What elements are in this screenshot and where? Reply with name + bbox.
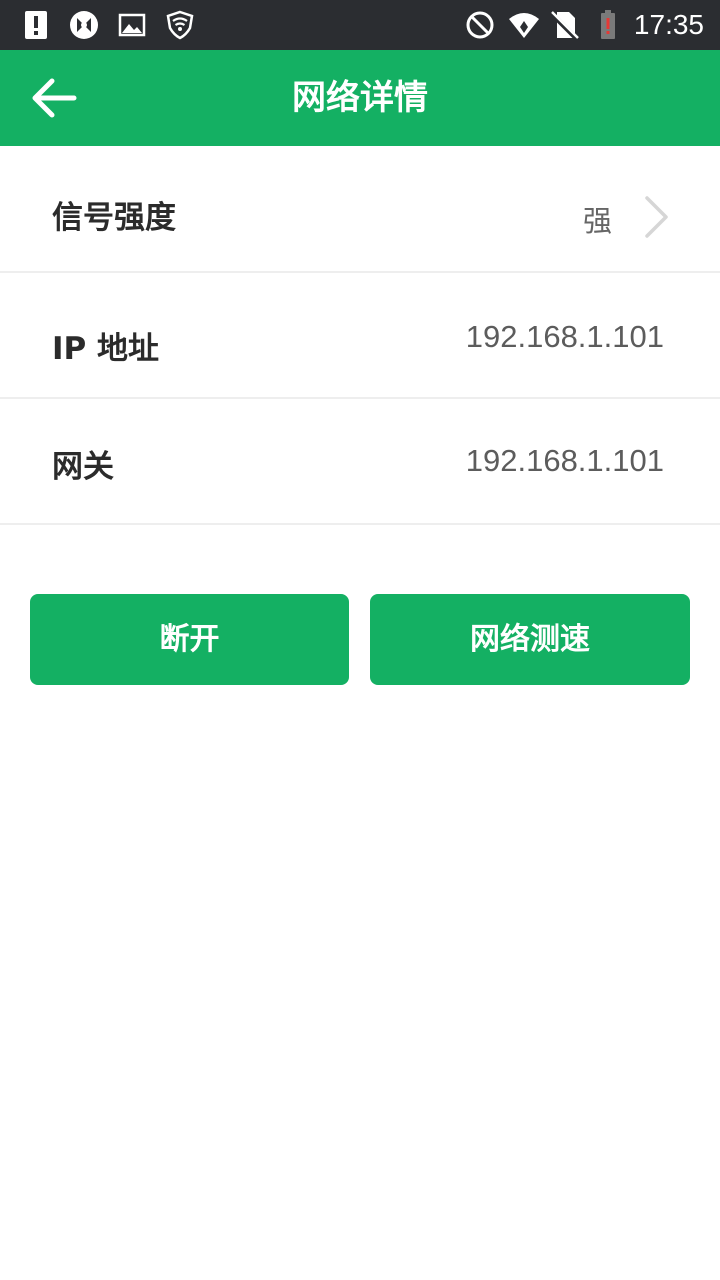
gateway-row: 网关 192.168.1.101 [0, 399, 720, 525]
gallery-icon [118, 13, 146, 37]
signal-strength-label: 信号强度 [52, 200, 176, 236]
signal-strength-row[interactable]: 信号强度 强 [0, 146, 720, 273]
sync-app-icon [70, 11, 98, 39]
page-title: 网络详情 [292, 78, 428, 118]
wifi-signal-icon [509, 13, 539, 38]
app-bar: 网络详情 [0, 50, 720, 146]
ip-address-value: 192.168.1.101 [465, 319, 664, 354]
gateway-value: 192.168.1.101 [465, 443, 664, 478]
speed-test-button[interactable]: 网络测速 [370, 594, 690, 685]
signal-strength-value: 强 [582, 204, 612, 238]
shield-wifi-icon [166, 10, 194, 40]
battery-low-icon [601, 10, 615, 39]
do-not-disturb-icon [466, 11, 494, 39]
chevron-right-icon [645, 196, 668, 238]
ip-address-label: IP 地址 [52, 331, 160, 367]
arrow-left-icon [32, 78, 77, 118]
disconnect-button[interactable]: 断开 [30, 594, 349, 685]
no-sim-icon [549, 11, 579, 41]
ip-address-row: IP 地址 192.168.1.101 [0, 273, 720, 399]
back-button[interactable] [24, 70, 84, 126]
status-bar: 17:35 [0, 0, 720, 50]
gateway-label: 网关 [52, 449, 114, 485]
status-time: 17:35 [633, 9, 704, 40]
alert-icon [25, 11, 47, 39]
